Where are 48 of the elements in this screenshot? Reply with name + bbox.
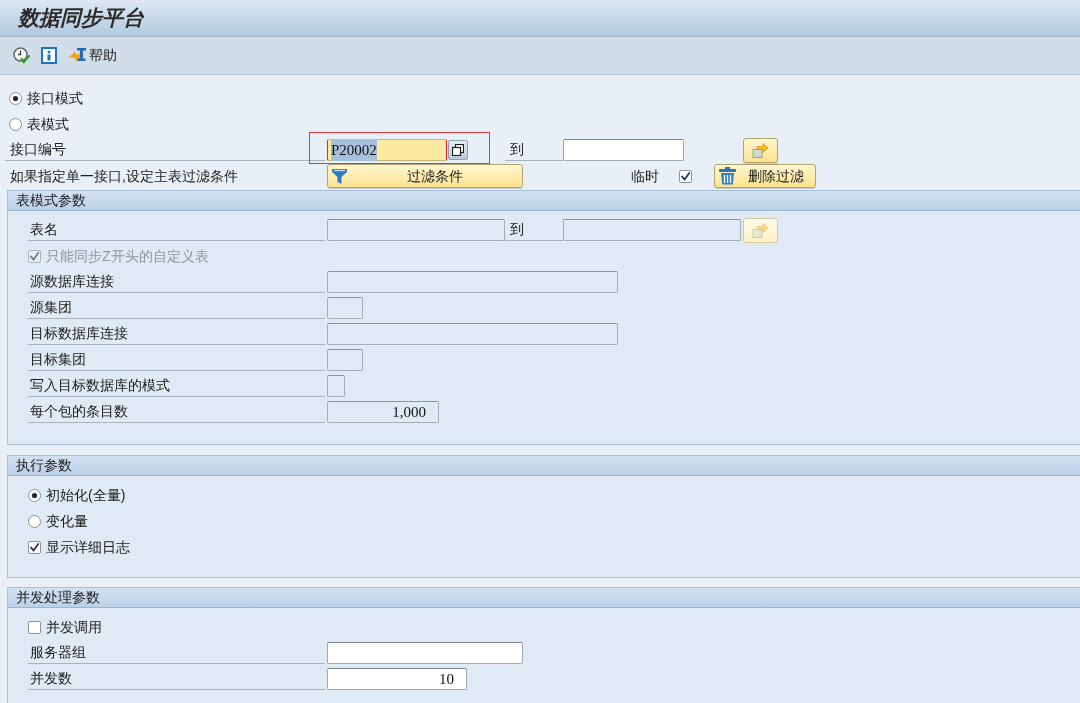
window-title: 数据同步平台 (18, 5, 144, 32)
clock-check-icon[interactable] (13, 47, 30, 64)
option-label: 表模式 (27, 114, 69, 134)
field-label: 源数据库连接 (30, 272, 114, 291)
checkbox[interactable] (28, 620, 41, 634)
trash-icon (718, 167, 737, 185)
option-label: 变化量 (46, 511, 88, 531)
field-label: 目标数据库连接 (30, 324, 128, 343)
radio-button[interactable] (28, 514, 41, 528)
radio-button[interactable] (9, 91, 22, 105)
funnel-icon (331, 167, 348, 185)
field-label: 表名 (30, 220, 58, 239)
section-title: 执行参数 (16, 456, 72, 475)
info-icon[interactable] (41, 47, 57, 64)
option-label: 初始化(全量) (46, 485, 126, 505)
radio-button[interactable] (28, 488, 41, 502)
to-label: 到 (510, 140, 524, 159)
delete-filter-button[interactable]: 删除过滤 (714, 164, 816, 188)
option-label: 接口模式 (27, 88, 83, 108)
field-label: 写入目标数据库的模式 (30, 376, 170, 395)
checkbox[interactable] (28, 540, 41, 554)
input-field[interactable]: P20002 (327, 139, 447, 161)
copy-icon (452, 144, 464, 156)
checkbox-label: 并发调用 (46, 617, 102, 637)
field-label: 目标集团 (30, 350, 86, 369)
checkbox-label: 只能同步Z开头的自定义表 (46, 246, 209, 266)
field-label: 如果指定单一接口,设定主表过滤条件 (10, 167, 238, 184)
input-field[interactable] (327, 642, 523, 664)
filter-button[interactable]: 过滤条件 (327, 164, 523, 188)
radio-button[interactable] (9, 117, 22, 131)
to-label: 到 (510, 220, 524, 239)
input-field[interactable]: 10 (327, 668, 467, 690)
checkbox-label: 临时 (631, 166, 659, 186)
box-arrow-icon (751, 222, 770, 238)
copy-button[interactable] (448, 140, 468, 160)
multiple-selection-button[interactable] (743, 137, 778, 163)
box-arrow-icon (751, 142, 770, 158)
field-label: 每个包的条目数 (30, 402, 128, 421)
input-field[interactable] (563, 139, 684, 161)
checkbox[interactable] (679, 169, 692, 183)
field-label: 并发数 (30, 669, 72, 688)
help-button[interactable]: 帮助 (68, 45, 117, 66)
checkbox-label: 显示详细日志 (46, 537, 130, 557)
field-label: 服务器组 (30, 643, 86, 662)
section-title: 表模式参数 (16, 191, 86, 210)
field-label: 源集团 (30, 298, 72, 317)
section-title: 并发处理参数 (16, 588, 100, 607)
field-label: 接口编号 (10, 140, 66, 159)
